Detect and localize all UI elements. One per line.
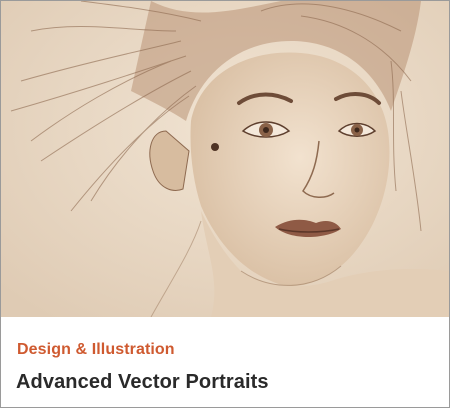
course-meta: Design & Illustration Advanced Vector Po… <box>1 317 449 407</box>
course-title[interactable]: Advanced Vector Portraits <box>16 371 269 394</box>
course-card[interactable]: Design & Illustration Advanced Vector Po… <box>0 0 450 408</box>
portrait-illustration <box>1 1 449 317</box>
course-thumbnail[interactable] <box>1 1 449 317</box>
course-category[interactable]: Design & Illustration <box>17 341 175 359</box>
